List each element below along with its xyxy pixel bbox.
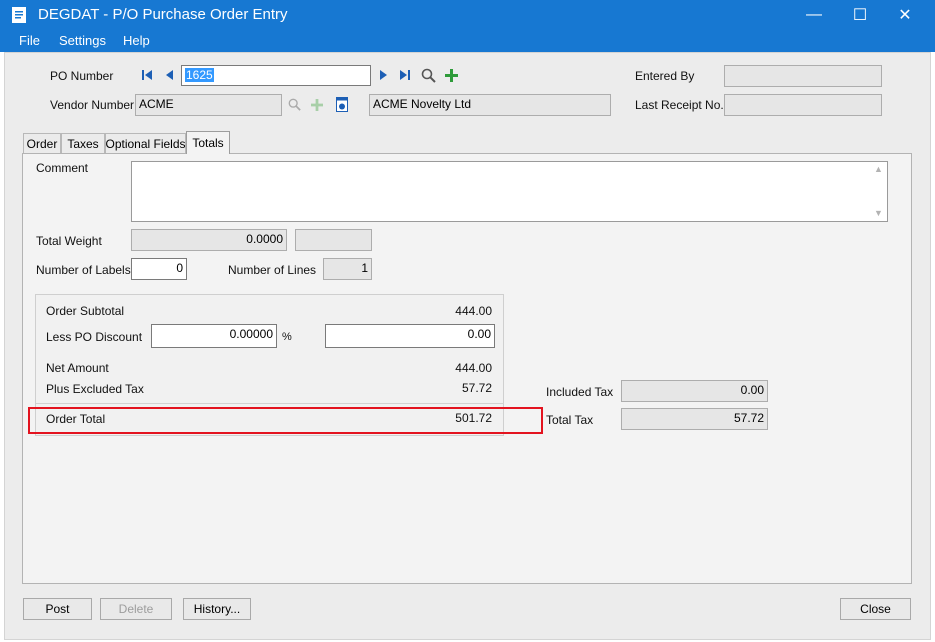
- less-po-discount-label: Less PO Discount: [46, 330, 143, 344]
- tab-totals[interactable]: Totals: [186, 131, 230, 154]
- entered-by-field: [724, 65, 882, 87]
- close-window-button[interactable]: ✕: [882, 0, 928, 30]
- po-number-input[interactable]: 1625: [181, 65, 371, 86]
- included-tax-label: Included Tax: [546, 385, 614, 399]
- vendor-add-icon[interactable]: [309, 97, 324, 112]
- comment-label: Comment: [36, 161, 89, 175]
- menu-settings[interactable]: Settings: [59, 33, 106, 48]
- vendor-name-field: ACME Novelty Ltd: [369, 94, 611, 116]
- tab-optional-fields[interactable]: Optional Fields: [105, 133, 186, 154]
- order-total-highlight: [28, 407, 543, 434]
- last-receipt-field: [724, 94, 882, 116]
- number-of-lines-label: Number of Lines: [228, 263, 317, 277]
- previous-record-icon[interactable]: [163, 68, 177, 82]
- tab-order[interactable]: Order: [23, 133, 61, 154]
- vendor-info-icon[interactable]: [334, 96, 349, 113]
- app-document-icon: [12, 7, 26, 23]
- plus-excluded-tax-label: Plus Excluded Tax: [46, 382, 144, 396]
- total-tax-field: 57.72: [621, 408, 768, 430]
- order-subtotal-value: 444.00: [455, 304, 492, 318]
- close-button[interactable]: Close: [840, 598, 911, 620]
- last-receipt-label: Last Receipt No.: [635, 98, 724, 112]
- order-subtotal-label: Order Subtotal: [46, 304, 125, 318]
- maximize-button[interactable]: ☐: [837, 0, 883, 30]
- vendor-number-label: Vendor Number: [50, 98, 135, 112]
- total-tax-label: Total Tax: [546, 413, 594, 427]
- percent-symbol: %: [282, 331, 292, 343]
- included-tax-field: 0.00: [621, 380, 768, 402]
- window-title: DEGDAT - P/O Purchase Order Entry: [38, 6, 288, 23]
- vendor-number-field[interactable]: ACME: [135, 94, 282, 116]
- minimize-button[interactable]: —: [791, 0, 837, 30]
- next-record-icon[interactable]: [376, 68, 390, 82]
- number-of-labels-input[interactable]: 0: [131, 258, 187, 280]
- net-amount-label: Net Amount: [46, 361, 109, 375]
- maximize-icon: ☐: [852, 7, 868, 24]
- po-number-label: PO Number: [50, 69, 114, 83]
- first-record-icon[interactable]: [140, 68, 154, 82]
- close-icon: ✕: [898, 7, 912, 24]
- net-amount-value: 444.00: [455, 361, 492, 375]
- vendor-search-icon[interactable]: [287, 97, 302, 112]
- menu-file[interactable]: File: [19, 33, 40, 48]
- total-weight-label: Total Weight: [36, 234, 102, 248]
- comment-textarea[interactable]: [131, 161, 888, 222]
- search-icon[interactable]: [420, 67, 436, 83]
- delete-button[interactable]: Delete: [100, 598, 172, 620]
- last-record-icon[interactable]: [398, 68, 412, 82]
- tab-taxes[interactable]: Taxes: [61, 133, 105, 154]
- discount-percent-input[interactable]: 0.00000: [151, 324, 277, 348]
- add-icon[interactable]: [443, 67, 459, 83]
- entered-by-label: Entered By: [635, 69, 695, 83]
- discount-amount-input[interactable]: 0.00: [325, 324, 495, 348]
- menu-bar: File Settings Help: [0, 30, 935, 52]
- minimize-icon: —: [806, 6, 822, 23]
- comment-scroll-up-icon[interactable]: ▲: [874, 164, 883, 174]
- number-of-lines-field: 1: [323, 258, 372, 280]
- title-bar: DEGDAT - P/O Purchase Order Entry — ☐ ✕: [0, 0, 935, 30]
- menu-help[interactable]: Help: [123, 33, 150, 48]
- history-button[interactable]: History...: [183, 598, 251, 620]
- total-weight-field: 0.0000: [131, 229, 287, 251]
- totals-separator: [36, 403, 504, 404]
- comment-scroll-down-icon[interactable]: ▼: [874, 208, 883, 218]
- po-number-value: 1625: [185, 68, 214, 82]
- plus-excluded-tax-value: 57.72: [461, 381, 492, 395]
- weight-unit-field: [295, 229, 372, 251]
- post-button[interactable]: Post: [23, 598, 92, 620]
- number-of-labels-label: Number of Labels: [36, 263, 131, 277]
